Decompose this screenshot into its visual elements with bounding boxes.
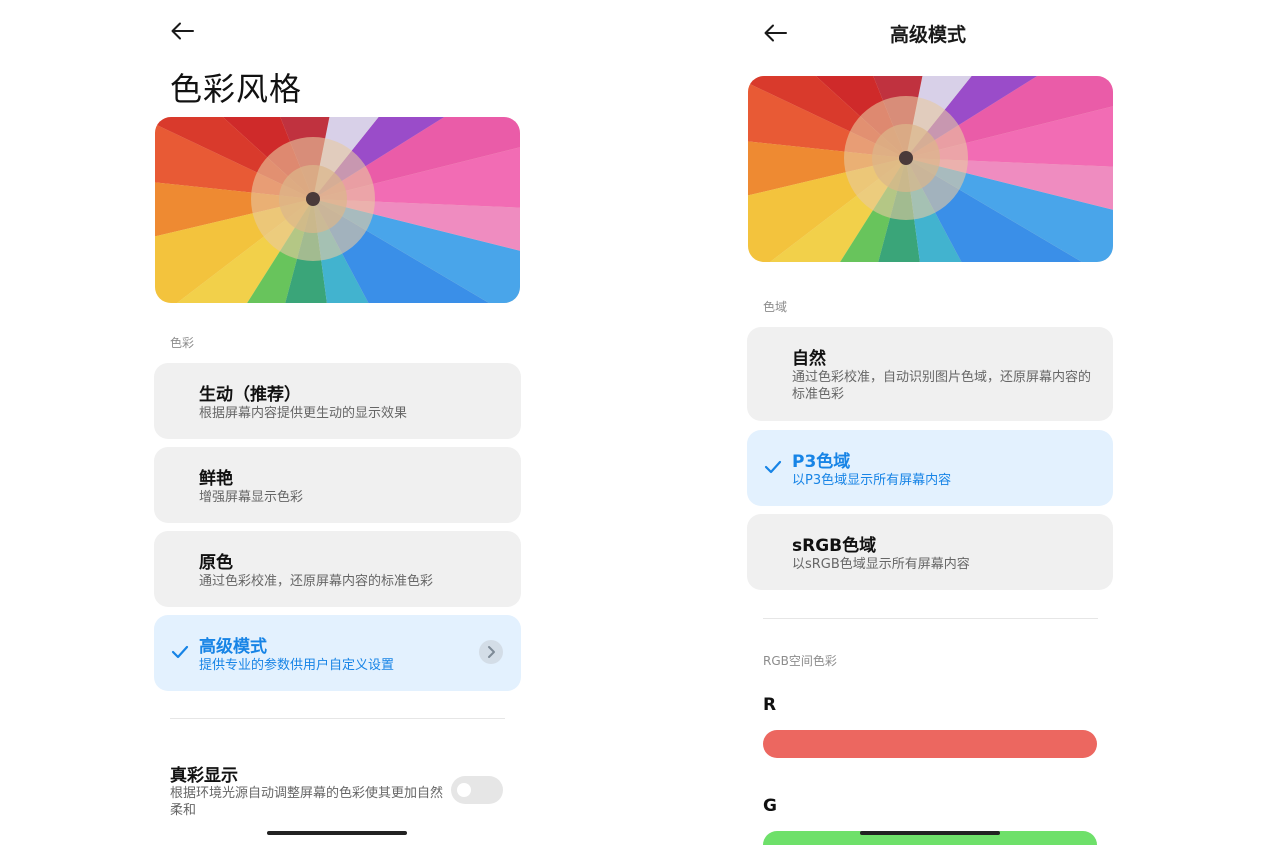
arrow-left-icon bbox=[171, 22, 194, 40]
option-vivid-recommended[interactable]: 生动（推荐） 根据屏幕内容提供更生动的显示效果 bbox=[154, 363, 521, 439]
option-title: P3色域 bbox=[792, 452, 851, 472]
option-subtitle: 增强屏幕显示色彩 bbox=[199, 490, 304, 505]
chevron-right-icon[interactable] bbox=[479, 640, 503, 664]
gamut-option-p3[interactable]: P3色域 以P3色域显示所有屏幕内容 bbox=[747, 430, 1113, 506]
color-pencils-image bbox=[155, 117, 520, 303]
advanced-mode-screen: 高级模式 色域 自然 通过色彩校准，自动识别图片色域，还原屏幕内容的标准色彩 P… bbox=[733, 0, 1128, 845]
gamut-option-natural[interactable]: 自然 通过色彩校准，自动识别图片色域，还原屏幕内容的标准色彩 bbox=[747, 327, 1113, 421]
gamut-option-srgb[interactable]: sRGB色域 以sRGB色域显示所有屏幕内容 bbox=[747, 514, 1113, 590]
option-subtitle: 提供专业的参数供用户自定义设置 bbox=[199, 658, 395, 673]
back-button[interactable] bbox=[761, 22, 789, 44]
option-bright[interactable]: 鲜艳 增强屏幕显示色彩 bbox=[154, 447, 521, 523]
option-original[interactable]: 原色 通过色彩校准，还原屏幕内容的标准色彩 bbox=[154, 531, 521, 607]
r-channel-label: R bbox=[763, 695, 777, 715]
toggle-knob bbox=[457, 783, 471, 797]
option-title: 鲜艳 bbox=[199, 469, 233, 489]
checkmark-icon bbox=[764, 460, 782, 474]
section-label-gamut: 色域 bbox=[763, 300, 788, 314]
option-subtitle: 根据屏幕内容提供更生动的显示效果 bbox=[199, 406, 408, 421]
true-color-subtitle: 根据环境光源自动调整屏幕的色彩使其更加自然柔和 bbox=[170, 786, 444, 818]
option-title: 原色 bbox=[199, 553, 233, 573]
option-subtitle: 通过色彩校准，自动识别图片色域，还原屏幕内容的标准色彩 bbox=[792, 370, 1092, 402]
home-indicator[interactable] bbox=[860, 831, 1000, 835]
section-label-color: 色彩 bbox=[170, 336, 195, 350]
g-channel-label: G bbox=[763, 796, 777, 816]
r-channel-slider[interactable] bbox=[763, 730, 1097, 758]
true-color-toggle[interactable] bbox=[451, 776, 503, 804]
home-indicator[interactable] bbox=[267, 831, 407, 835]
option-subtitle: 通过色彩校准，还原屏幕内容的标准色彩 bbox=[199, 574, 434, 589]
option-title: sRGB色域 bbox=[792, 536, 877, 556]
option-title: 高级模式 bbox=[199, 637, 267, 657]
section-label-rgb: RGB空间色彩 bbox=[763, 654, 837, 668]
arrow-left-icon bbox=[764, 24, 787, 42]
option-subtitle: 以sRGB色域显示所有屏幕内容 bbox=[792, 557, 970, 572]
option-advanced-mode[interactable]: 高级模式 提供专业的参数供用户自定义设置 bbox=[154, 615, 521, 691]
color-pencils-image bbox=[748, 76, 1113, 262]
option-subtitle: 以P3色域显示所有屏幕内容 bbox=[792, 473, 952, 488]
back-button[interactable] bbox=[168, 20, 196, 42]
page-title: 色彩风格 bbox=[170, 70, 303, 108]
divider bbox=[170, 718, 505, 719]
checkmark-icon bbox=[171, 645, 189, 659]
option-title: 自然 bbox=[792, 349, 826, 369]
color-style-screen: 色彩风格 色彩 生动（推荐） 根据屏幕内容提供更生动的显示效果 鲜艳 增强屏幕显… bbox=[140, 0, 535, 845]
true-color-title: 真彩显示 bbox=[170, 766, 238, 786]
page-title: 高级模式 bbox=[890, 24, 967, 46]
option-title: 生动（推荐） bbox=[199, 385, 301, 405]
divider bbox=[763, 618, 1098, 619]
